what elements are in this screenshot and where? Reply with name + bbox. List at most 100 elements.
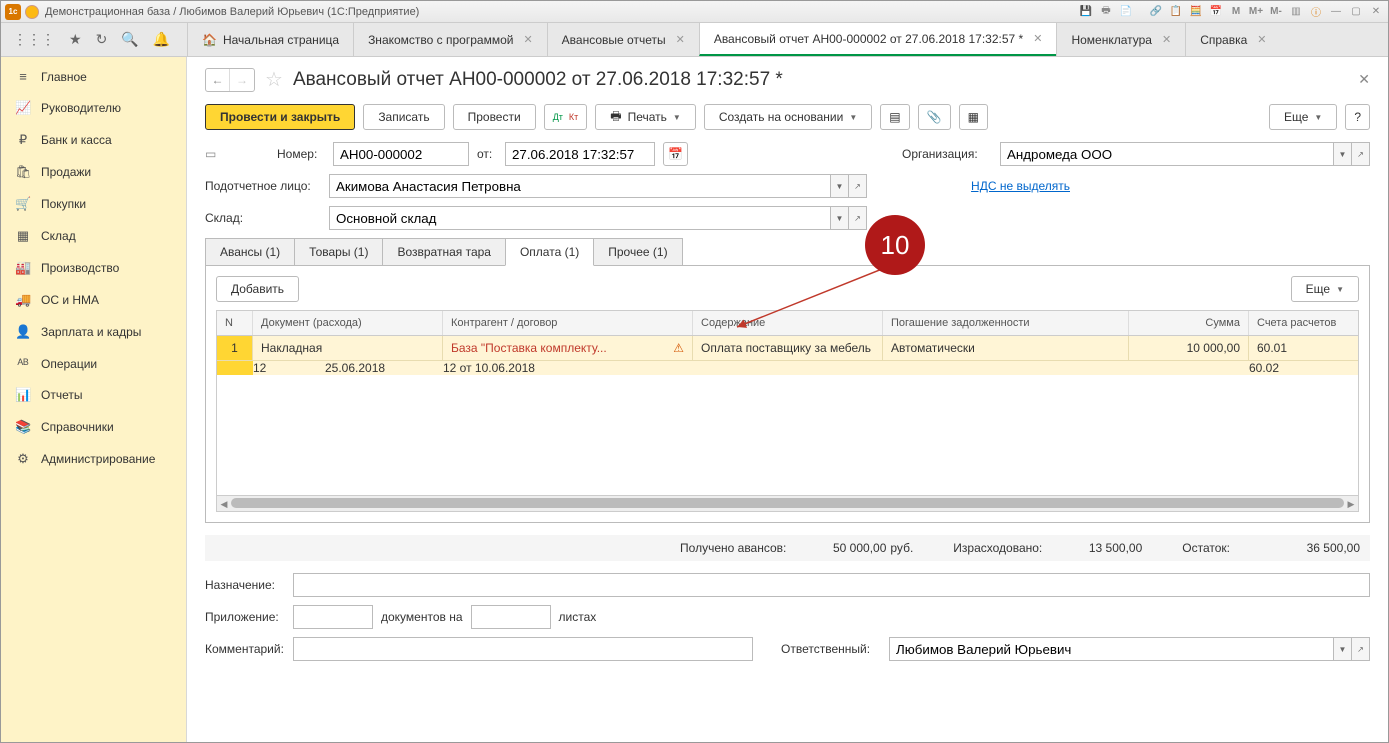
sidebar-item-reports[interactable]: 📊Отчеты [1,379,186,411]
th-n[interactable]: N [217,311,253,335]
close-window-icon[interactable]: ✕ [1368,5,1384,19]
save-button[interactable]: Записать [363,104,444,130]
history-icon[interactable]: ↻ [96,31,108,48]
search-icon[interactable]: 🔍 [121,31,138,48]
scroll-left-icon[interactable]: ◀ [217,496,231,512]
close-icon[interactable]: ✕ [523,33,532,46]
th-doc[interactable]: Документ (расхода) [253,311,443,335]
dropdown-icon[interactable]: ▼ [831,206,849,230]
tab-home[interactable]: 🏠Начальная страница [187,23,353,56]
open-icon[interactable]: ↗ [1352,142,1370,166]
system-dropdown-icon[interactable] [25,5,39,19]
tab-intro[interactable]: Знакомство с программой✕ [353,23,547,56]
sidebar-item-admin[interactable]: ⚙Администрирование [1,443,186,475]
table-row[interactable]: 1225.06.2018 12 от 10.06.2018 60.02 [217,360,1358,375]
tab-reports[interactable]: Авансовые отчеты✕ [547,23,699,56]
scroll-right-icon[interactable]: ▶ [1344,496,1358,512]
docs-count-field[interactable] [293,605,373,629]
print-button[interactable]: 🖶Печать▼ [595,104,696,130]
apps-icon[interactable]: ⋮⋮⋮ [13,31,55,48]
org-field[interactable] [1000,142,1334,166]
post-button[interactable]: Провести [453,104,536,130]
bell-icon[interactable]: 🔔 [153,31,170,48]
vat-link[interactable]: НДС не выделять [971,179,1070,193]
back-button[interactable]: ← [206,69,230,91]
doc-tab-payment[interactable]: Оплата (1) [505,238,594,266]
number-field[interactable] [333,142,469,166]
purpose-field[interactable] [293,573,1370,597]
tab-current[interactable]: Авансовый отчет АН00-000002 от 27.06.201… [699,23,1057,56]
date-field[interactable] [505,142,655,166]
forward-button[interactable]: → [230,69,254,91]
close-icon[interactable]: ✕ [1033,32,1042,45]
th-sum[interactable]: Сумма [1129,311,1249,335]
close-icon[interactable]: ✕ [1257,33,1266,46]
open-icon[interactable]: ↗ [1352,637,1370,661]
sidebar-item-assets[interactable]: 🚚ОС и НМА [1,284,186,316]
calc-icon[interactable]: 🧮 [1188,5,1204,19]
calendar-button[interactable]: 📅 [663,142,688,166]
doc-tab-advances[interactable]: Авансы (1) [205,238,295,266]
maximize-icon[interactable]: ▢ [1348,5,1364,19]
favorite-star-icon[interactable]: ☆ [265,67,283,92]
struct-button[interactable]: ▤ [880,104,909,130]
close-icon[interactable]: ✕ [676,33,685,46]
sidebar-item-refs[interactable]: 📚Справочники [1,411,186,443]
open-icon[interactable]: ↗ [849,174,867,198]
doc-icon[interactable]: 📄 [1118,5,1134,19]
sidebar-item-production[interactable]: 🏭Производство [1,252,186,284]
resp-field[interactable] [889,637,1334,661]
more-button[interactable]: Еще▼ [1269,104,1337,130]
attach-button[interactable]: 📎 [918,104,951,130]
mminus-button[interactable]: M- [1268,5,1284,19]
dropdown-icon[interactable]: ▼ [831,174,849,198]
comment-field[interactable] [293,637,753,661]
calendar-icon[interactable]: 📅 [1208,5,1224,19]
post-close-button[interactable]: Провести и закрыть [205,104,355,130]
th-pog[interactable]: Погашение задолженности [883,311,1129,335]
doc-tab-returns[interactable]: Возвратная тара [382,238,506,266]
sidebar-item-warehouse[interactable]: ▦Склад [1,220,186,252]
mplus-button[interactable]: M+ [1248,5,1264,19]
close-page-icon[interactable]: ✕ [1358,71,1370,88]
copy-icon[interactable]: 📋 [1168,5,1184,19]
doc-tab-other[interactable]: Прочее (1) [593,238,682,266]
sidebar-item-manager[interactable]: 📈Руководителю [1,92,186,124]
h-scrollbar[interactable]: ◀ ▶ [217,495,1358,511]
sidebar-item-bank[interactable]: ₽Банк и касса [1,124,186,156]
star-icon[interactable]: ★ [69,31,82,48]
scroll-thumb[interactable] [231,498,1344,508]
panel-icon[interactable]: ▥ [1288,5,1304,19]
dtkt-button[interactable]: ДтКт [544,104,588,130]
tab-help[interactable]: Справка✕ [1185,23,1280,56]
doc-tab-goods[interactable]: Товары (1) [294,238,383,266]
warehouse-field[interactable] [329,206,831,230]
help-button[interactable]: ? [1345,104,1370,130]
link-icon[interactable]: 🔗 [1148,5,1164,19]
sidebar-item-main[interactable]: ≡Главное [1,61,186,92]
m-button[interactable]: M [1228,5,1244,19]
sidebar-item-sales[interactable]: 🛍Продажи [1,156,186,188]
sidebar-item-operations[interactable]: ᴬᴮОперации [1,348,186,379]
help-icon[interactable]: ⓘ [1308,5,1324,19]
th-cont[interactable]: Содержание [693,311,883,335]
sidebar-item-purchases[interactable]: 🛒Покупки [1,188,186,220]
list-button[interactable]: ▦ [959,104,988,130]
th-ctr[interactable]: Контрагент / договор [443,311,693,335]
minimize-icon[interactable]: — [1328,5,1344,19]
create-basis-button[interactable]: Создать на основании▼ [704,104,872,130]
sheets-field[interactable] [471,605,551,629]
panel-more-button[interactable]: Еще▼ [1291,276,1359,302]
person-field[interactable] [329,174,831,198]
tab-nomenclature[interactable]: Номенклатура✕ [1056,23,1185,56]
save-icon[interactable]: 💾 [1078,5,1094,19]
table-row[interactable]: 1 Накладная База "Поставка комплекту...⚠… [217,336,1358,360]
close-icon[interactable]: ✕ [1162,33,1171,46]
dropdown-icon[interactable]: ▼ [1334,637,1352,661]
dropdown-icon[interactable]: ▼ [1334,142,1352,166]
sidebar-item-hr[interactable]: 👤Зарплата и кадры [1,316,186,348]
print-icon[interactable]: 🖶 [1098,5,1114,19]
open-icon[interactable]: ↗ [849,206,867,230]
add-button[interactable]: Добавить [216,276,299,302]
th-acc[interactable]: Счета расчетов [1249,311,1358,335]
